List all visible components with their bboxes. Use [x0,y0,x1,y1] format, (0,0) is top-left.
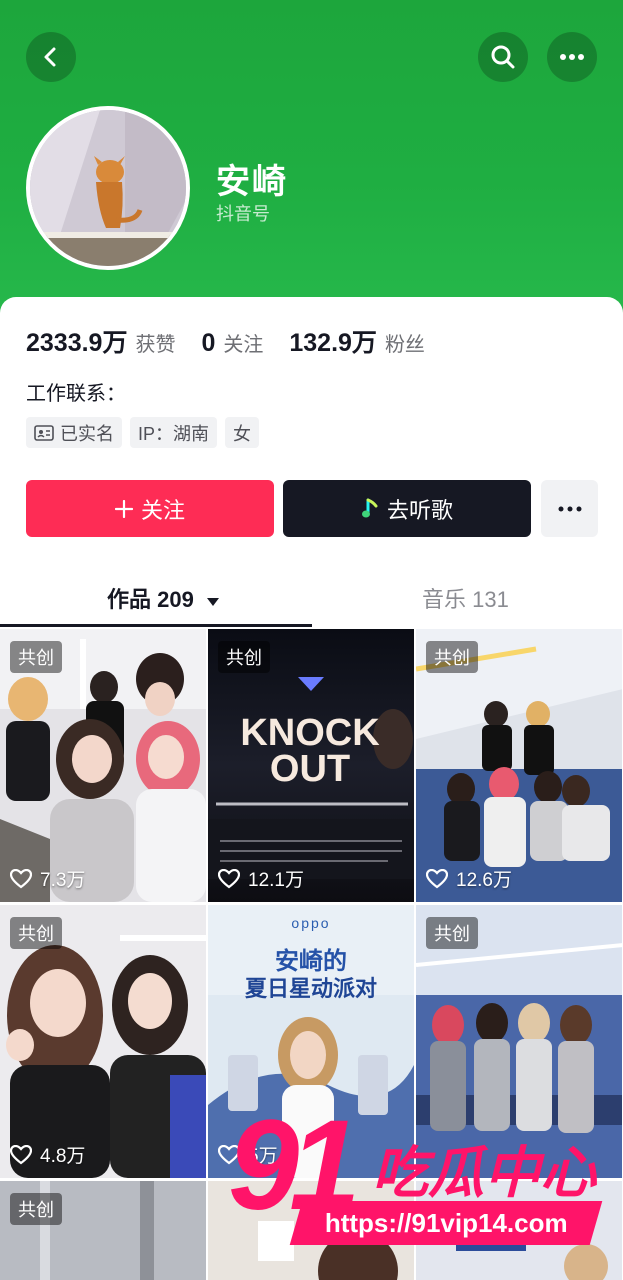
collab-badge: 共创 [10,641,62,673]
profile-stats: 2333.9万 获赞 0 关注 132.9万 粉丝 [26,323,451,359]
knockout-title: KNOCK OUT [240,712,380,790]
likes-value: 12.6万 [456,870,512,891]
search-icon [491,45,515,69]
heart-icon [10,868,32,888]
content-tabs: 作品 209 音乐 131 [0,568,623,628]
video-tile[interactable]: 共创 12.6万 [416,629,622,902]
follow-button-label: 关注 [140,497,185,523]
avatar-cartoon-cat-image [30,110,186,266]
likes-count: 2333.9万 [26,329,128,357]
ip-location-label: IP：湖南 [138,423,210,444]
followers-label[interactable]: 粉丝 [385,328,425,357]
followers-count[interactable]: 132.9万 [289,323,377,359]
following-count[interactable]: 0 [201,329,215,358]
work-contact-label: 工作联系： [26,383,126,405]
back-button[interactable] [26,32,76,82]
ip-location-tag: IP：湖南 [130,417,218,448]
watermark-url-banner: https://91vip14.com [289,1201,603,1245]
heart-icon [10,1144,32,1164]
likes-value: 7.3万 [40,870,86,891]
tab-works[interactable]: 作品 209 [107,582,220,614]
listen-music-button[interactable]: 去听歌 [283,480,531,537]
active-tab-indicator [0,624,312,627]
profile-tags: 已实名 IP：湖南 女 [26,417,260,448]
tab-music[interactable]: 音乐 131 [422,582,509,614]
music-note-icon [361,498,378,517]
collab-badge: 共创 [10,1193,62,1225]
follow-button[interactable]: 关注 [26,480,274,537]
more-dots-icon [558,506,581,511]
profile-name: 安崎 [216,163,288,201]
video-likes: 12.6万 [426,865,512,892]
video-likes: 7.3万 [10,865,85,892]
gender-label: 女 [233,423,252,444]
verified-tag-label: 已实名 [60,423,114,444]
video-likes: 12.1万 [218,865,304,892]
id-card-icon [34,424,54,441]
video-tile[interactable]: 共创 7.3万 [0,629,206,902]
watermark-text: 吃瓜中心 [372,1141,596,1206]
profile-more-button[interactable] [541,480,598,537]
oppo-logo: oppo [291,915,331,931]
tab-music-label: 音乐 131 [422,587,509,612]
likes-label: 获赞 [135,334,176,356]
tab-works-label: 作品 209 [107,587,194,612]
avatar[interactable] [26,106,190,270]
video-tile[interactable]: KNOCK OUT 共创 12.1万 [208,629,414,902]
poster-subline: 夏日星动派对 [244,976,377,1001]
collab-badge: 共创 [426,917,478,949]
watermark-url: https://91vip14.com [324,1207,568,1238]
more-dots-icon [560,54,584,60]
more-options-button[interactable] [547,32,597,82]
caret-down-icon [206,598,219,606]
likes-value: 12.1万 [248,870,304,891]
chevron-left-icon [44,47,56,67]
following-label[interactable]: 关注 [223,328,263,357]
collab-badge: 共创 [10,917,62,949]
likes-value: 4.8万 [40,1146,86,1167]
gender-tag: 女 [225,417,260,448]
video-tile[interactable]: 共创 [0,1181,206,1280]
search-button[interactable] [478,32,528,82]
collab-badge: 共创 [426,641,478,673]
video-likes: 4.8万 [10,1141,85,1168]
douyin-id-label: 抖音号 [216,204,270,224]
listen-music-label: 去听歌 [386,497,453,523]
collab-badge: 共创 [218,641,270,673]
heart-icon [426,868,448,888]
heart-icon [218,868,240,888]
plus-icon [114,499,133,518]
verified-tag[interactable]: 已实名 [26,417,122,448]
video-tile[interactable]: 共创 4.8万 [0,905,206,1178]
